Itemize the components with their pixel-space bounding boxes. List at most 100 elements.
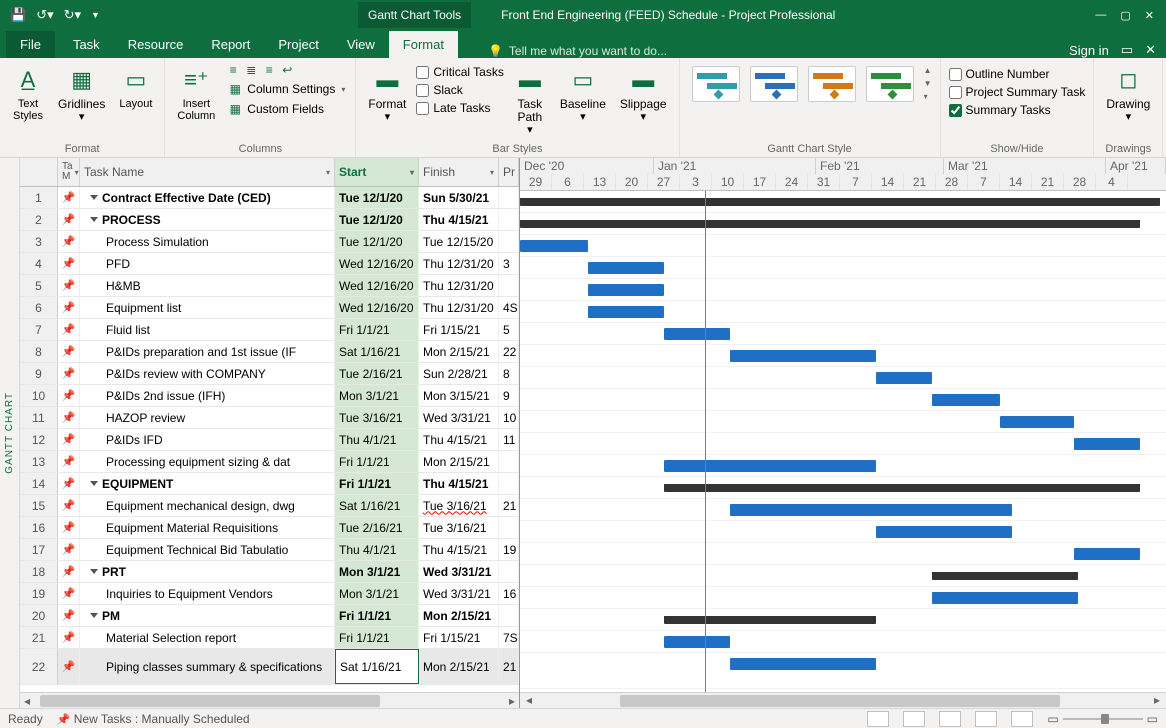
- start-cell[interactable]: Tue 12/1/20: [335, 187, 419, 208]
- task-bar[interactable]: [588, 284, 664, 296]
- finish-cell[interactable]: Thu 4/15/21: [419, 473, 499, 494]
- task-bar[interactable]: [730, 504, 1012, 516]
- col-task-name[interactable]: Task Name▾: [80, 158, 335, 186]
- table-row[interactable]: 2 📌 PROCESS Tue 12/1/20 Thu 4/15/21: [20, 209, 519, 231]
- task-bar[interactable]: [730, 658, 876, 670]
- table-row[interactable]: 15 📌 Equipment mechanical design, dwg Sa…: [20, 495, 519, 517]
- row-number[interactable]: 12: [20, 429, 58, 450]
- table-row[interactable]: 12 📌 P&IDs IFD Thu 4/1/21 Thu 4/15/21 11: [20, 429, 519, 451]
- predecessor-cell[interactable]: [499, 473, 519, 494]
- table-row[interactable]: 13 📌 Processing equipment sizing & dat F…: [20, 451, 519, 473]
- table-row[interactable]: 19 📌 Inquiries to Equipment Vendors Mon …: [20, 583, 519, 605]
- task-name-cell[interactable]: P&IDs preparation and 1st issue (IF: [80, 341, 335, 362]
- format-button[interactable]: ▬ Format▾: [364, 62, 410, 125]
- col-finish[interactable]: Finish▾: [419, 158, 499, 186]
- task-bar[interactable]: [588, 262, 664, 274]
- gantt-style-option[interactable]: [808, 66, 856, 102]
- zoom-in-icon[interactable]: ▭: [1147, 712, 1158, 726]
- task-mode-icon[interactable]: 📌: [58, 363, 80, 384]
- row-number[interactable]: 19: [20, 583, 58, 604]
- redo-icon[interactable]: ↻▾: [64, 7, 81, 23]
- start-cell[interactable]: Tue 2/16/21: [335, 517, 419, 538]
- task-name-cell[interactable]: Equipment mechanical design, dwg: [80, 495, 335, 516]
- predecessor-cell[interactable]: 9: [499, 385, 519, 406]
- finish-cell[interactable]: Tue 3/16/21: [419, 495, 499, 516]
- view-resource-sheet-icon[interactable]: [975, 711, 997, 727]
- tab-task[interactable]: Task: [59, 31, 114, 58]
- task-mode-icon[interactable]: 📌: [58, 473, 80, 494]
- summary-tasks-checkbox[interactable]: Summary Tasks: [949, 102, 1086, 118]
- row-number[interactable]: 6: [20, 297, 58, 318]
- maximize-icon[interactable]: ▢: [1120, 9, 1130, 22]
- predecessor-cell[interactable]: 22: [499, 341, 519, 362]
- task-bar[interactable]: [1074, 548, 1140, 560]
- predecessor-cell[interactable]: 8: [499, 363, 519, 384]
- start-cell[interactable]: Tue 12/1/20: [335, 231, 419, 252]
- start-cell[interactable]: Fri 1/1/21: [335, 451, 419, 472]
- col-start[interactable]: Start▾: [335, 158, 419, 186]
- critical-tasks-checkbox[interactable]: Critical Tasks: [416, 64, 503, 80]
- task-name-cell[interactable]: PROCESS: [80, 209, 335, 230]
- row-number[interactable]: 18: [20, 561, 58, 582]
- gantt-row[interactable]: [520, 631, 1166, 653]
- gantt-row[interactable]: [520, 213, 1166, 235]
- start-cell[interactable]: Tue 3/16/21: [335, 407, 419, 428]
- task-mode-icon[interactable]: 📌: [58, 649, 80, 684]
- finish-cell[interactable]: Mon 3/15/21: [419, 385, 499, 406]
- finish-cell[interactable]: Thu 12/31/20: [419, 297, 499, 318]
- finish-cell[interactable]: Thu 4/15/21: [419, 209, 499, 230]
- table-row[interactable]: 21 📌 Material Selection report Fri 1/1/2…: [20, 627, 519, 649]
- table-row[interactable]: 6 📌 Equipment list Wed 12/16/20 Thu 12/3…: [20, 297, 519, 319]
- col-predecessor[interactable]: Pr: [499, 158, 519, 186]
- gantt-row[interactable]: [520, 477, 1166, 499]
- column-settings-button[interactable]: ▦ Column Settings▾: [225, 80, 347, 98]
- minimize-icon[interactable]: —: [1095, 9, 1106, 22]
- task-bar[interactable]: [876, 372, 932, 384]
- zoom-out-icon[interactable]: ▭: [1047, 712, 1058, 726]
- predecessor-cell[interactable]: [499, 605, 519, 626]
- task-bar[interactable]: [588, 306, 664, 318]
- close-icon[interactable]: ✕: [1145, 9, 1154, 22]
- finish-cell[interactable]: Thu 4/15/21: [419, 539, 499, 560]
- task-mode-icon[interactable]: 📌: [58, 231, 80, 252]
- task-name-cell[interactable]: P&IDs 2nd issue (IFH): [80, 385, 335, 406]
- gallery-up-icon[interactable]: ▲: [924, 66, 932, 75]
- task-mode-icon[interactable]: 📌: [58, 187, 80, 208]
- finish-cell[interactable]: Mon 2/15/21: [419, 451, 499, 472]
- view-gantt-icon[interactable]: [867, 711, 889, 727]
- summary-bar[interactable]: [664, 484, 1140, 492]
- task-mode-icon[interactable]: 📌: [58, 517, 80, 538]
- task-mode-icon[interactable]: 📌: [58, 341, 80, 362]
- start-cell[interactable]: Tue 2/16/21: [335, 363, 419, 384]
- predecessor-cell[interactable]: [499, 517, 519, 538]
- gantt-row[interactable]: [520, 191, 1166, 213]
- task-mode-icon[interactable]: 📌: [58, 583, 80, 604]
- finish-cell[interactable]: Tue 3/16/21: [419, 517, 499, 538]
- gantt-row[interactable]: [520, 367, 1166, 389]
- task-bar[interactable]: [730, 350, 876, 362]
- task-name-cell[interactable]: P&IDs review with COMPANY: [80, 363, 335, 384]
- predecessor-cell[interactable]: [499, 187, 519, 208]
- tab-report[interactable]: Report: [197, 31, 264, 58]
- table-row[interactable]: 17 📌 Equipment Technical Bid Tabulatio T…: [20, 539, 519, 561]
- task-mode-icon[interactable]: 📌: [58, 253, 80, 274]
- gantt-timescale[interactable]: Dec '20Jan '21Feb '21Mar '21Apr '21 2961…: [520, 158, 1166, 191]
- start-cell[interactable]: Thu 4/1/21: [335, 539, 419, 560]
- tab-format[interactable]: Format: [389, 31, 458, 58]
- task-path-button[interactable]: ▬ Task Path▾: [510, 62, 550, 138]
- summary-bar[interactable]: [932, 572, 1078, 580]
- start-cell[interactable]: Fri 1/1/21: [335, 627, 419, 648]
- gantt-style-option[interactable]: [866, 66, 914, 102]
- gantt-row[interactable]: [520, 433, 1166, 455]
- task-bar[interactable]: [520, 240, 588, 252]
- task-mode-icon[interactable]: 📌: [58, 627, 80, 648]
- predecessor-cell[interactable]: 3: [499, 253, 519, 274]
- finish-cell[interactable]: Sun 5/30/21: [419, 187, 499, 208]
- predecessor-cell[interactable]: [499, 209, 519, 230]
- gantt-row[interactable]: [520, 257, 1166, 279]
- task-name-cell[interactable]: Piping classes summary & specifications: [80, 649, 335, 684]
- tab-file[interactable]: File: [6, 31, 55, 58]
- row-number[interactable]: 8: [20, 341, 58, 362]
- gantt-horizontal-scrollbar[interactable]: ◂ ▸: [520, 692, 1166, 708]
- row-number[interactable]: 17: [20, 539, 58, 560]
